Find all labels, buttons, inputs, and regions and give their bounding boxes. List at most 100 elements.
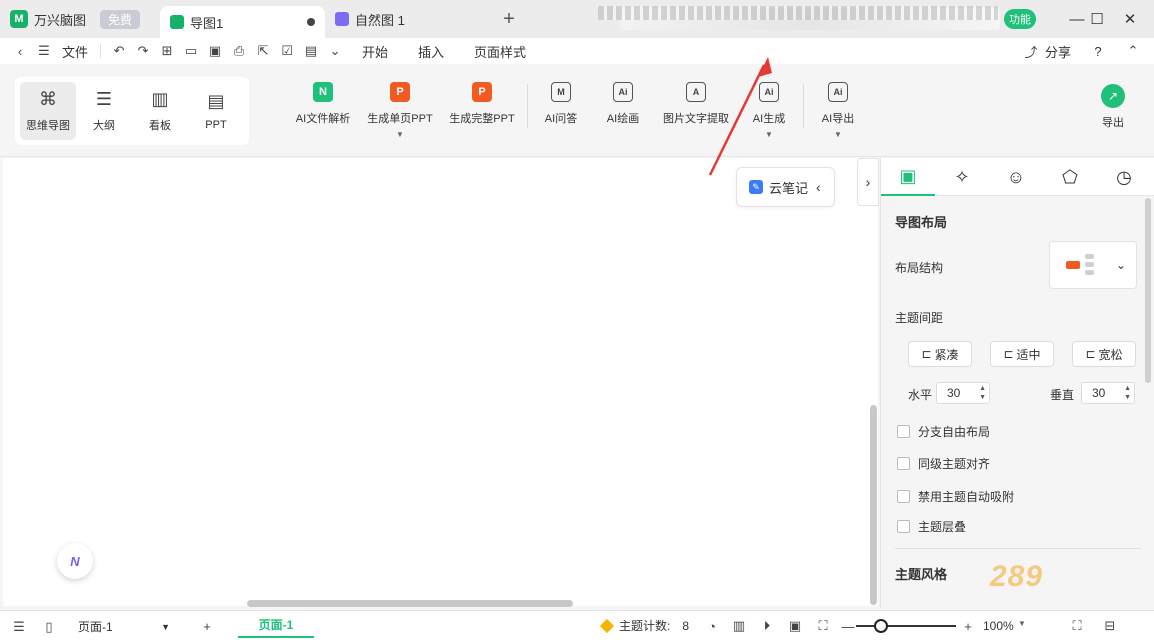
tab-emoji[interactable]: ☺: [989, 158, 1043, 196]
vertical-scrollbar[interactable]: [870, 405, 877, 605]
export-button[interactable]: ↗ 导出: [1098, 84, 1128, 150]
pie-chart-icon[interactable]: ◔: [697, 610, 727, 642]
page-view-icon[interactable]: ▯: [34, 611, 64, 642]
check-icon[interactable]: ☑: [275, 38, 299, 64]
export-icon[interactable]: ⇱: [251, 38, 275, 64]
open-folder-icon[interactable]: ▭: [179, 38, 203, 64]
view-mindmap-button[interactable]: ⌘ 思维导图: [20, 82, 76, 140]
close-button[interactable]: ✕: [1110, 0, 1150, 38]
panel-toggle-icon[interactable]: ⊟: [1095, 610, 1125, 642]
mindmap-file-icon: [170, 15, 184, 29]
tab-mindmap-1[interactable]: 导图1: [160, 6, 325, 38]
outline-list-icon[interactable]: ☰: [4, 611, 34, 642]
menu-icon[interactable]: ☰: [32, 38, 56, 64]
ai-draw-button[interactable]: Ai AI绘画: [604, 82, 642, 148]
tab-layout[interactable]: ▣: [881, 158, 935, 196]
tab-history[interactable]: ◷: [1097, 158, 1151, 196]
new-icon[interactable]: ⊞: [155, 38, 179, 64]
horizontal-spinner[interactable]: 30 ▲ ▼: [936, 382, 990, 404]
ai-feature-pill[interactable]: 功能: [1004, 9, 1036, 29]
zoom-slider-track[interactable]: [856, 625, 956, 627]
app-logo-icon: M: [10, 10, 28, 28]
fit-icon[interactable]: ▣: [780, 610, 810, 642]
check-disable-snap[interactable]: 禁用主题自动吸附: [897, 488, 1014, 505]
tab-start[interactable]: 开始: [347, 38, 403, 64]
horizontal-scrollbar[interactable]: [247, 600, 573, 607]
share-icon[interactable]: ⤴: [1019, 38, 1043, 64]
check-align-siblings[interactable]: 同级主题对齐: [897, 455, 990, 472]
layout-structure-dropdown[interactable]: ⌄: [1049, 241, 1137, 289]
zoom-in-icon[interactable]: +: [953, 610, 983, 642]
save-icon[interactable]: ▣: [203, 38, 227, 64]
check-topic-overlap[interactable]: 主题层叠: [897, 518, 966, 535]
spacing-compact-button[interactable]: ⊏ 紧凑: [908, 341, 972, 367]
spacing-loose-button[interactable]: ⊏ 宽松: [1072, 341, 1136, 367]
zoom-level[interactable]: 100%: [983, 619, 1014, 633]
expand-icon[interactable]: ⛶: [1062, 610, 1092, 642]
checkbox[interactable]: [897, 520, 910, 533]
print-icon[interactable]: ⎙: [227, 38, 251, 64]
cloud-note-icon: ✎: [749, 180, 763, 194]
divider: [100, 44, 102, 58]
spinner-arrows-icon[interactable]: ▲ ▼: [1124, 384, 1131, 402]
undo-icon[interactable]: ↶: [107, 38, 131, 64]
ai-assistant-fab[interactable]: N: [57, 543, 93, 579]
view-ppt-button[interactable]: ▤ PPT: [188, 82, 244, 140]
clock-icon: ◷: [1116, 166, 1132, 187]
mindmap-canvas[interactable]: [3, 158, 878, 606]
button-label: 生成完整PPT: [449, 113, 515, 125]
topic-count-label: 主题计数:: [619, 619, 671, 633]
panel-scrollbar[interactable]: [1145, 198, 1151, 383]
view-outline-button[interactable]: ☰ 大纲: [76, 82, 132, 140]
panel-collapse-button[interactable]: ›: [857, 158, 879, 206]
view-label: 思维导图: [26, 120, 70, 132]
zoom-caret-icon[interactable]: ▼: [1018, 619, 1026, 628]
outline-icon: ☰: [95, 89, 113, 109]
add-tab-button[interactable]: +: [494, 0, 524, 38]
checkbox[interactable]: [897, 490, 910, 503]
tab-ai[interactable]: ✧: [935, 158, 989, 196]
unsaved-dot-icon[interactable]: [307, 18, 315, 26]
share-button[interactable]: 分享: [1045, 38, 1071, 64]
play-icon[interactable]: ⏵: [752, 610, 782, 642]
check-free-branch[interactable]: 分支自由布局: [897, 423, 990, 440]
help-button[interactable]: ?: [1083, 38, 1113, 64]
app-tab[interactable]: M 万兴脑图 免费: [0, 0, 160, 38]
redo-icon[interactable]: ↷: [131, 38, 155, 64]
tab-page-style[interactable]: 页面样式: [459, 38, 541, 64]
ai-draw-icon: Ai: [613, 82, 633, 102]
file-menu[interactable]: 文件: [56, 38, 94, 64]
page-tab-1[interactable]: 页面-1: [238, 612, 314, 638]
vertical-spinner[interactable]: 30 ▲ ▼: [1081, 382, 1135, 404]
spinner-value: 30: [947, 386, 961, 400]
natural-map-file-icon: [335, 12, 349, 26]
gen-single-ppt-button[interactable]: P 生成单页PPT ▼: [366, 82, 434, 148]
tab-insert[interactable]: 插入: [403, 38, 459, 64]
book-icon[interactable]: ▥: [724, 610, 754, 642]
collapse-ribbon-icon[interactable]: ⌃: [1121, 38, 1145, 64]
view-kanban-button[interactable]: ▥ 看板: [132, 82, 188, 140]
spacing-label: 宽松: [1098, 347, 1123, 362]
free-badge[interactable]: 免费: [100, 9, 141, 29]
tab-natural-map-1[interactable]: 自然图 1: [325, 0, 490, 38]
more-chevron-icon[interactable]: ⌄: [323, 38, 347, 64]
ai-export-button[interactable]: Ai AI导出 ▼: [817, 82, 859, 148]
chevron-down-icon[interactable]: ▼: [834, 130, 842, 139]
spinner-arrows-icon[interactable]: ▲ ▼: [979, 384, 986, 402]
bracket-icon: ⊏: [1085, 347, 1096, 361]
ai-file-parse-button[interactable]: N AI文件解析: [294, 82, 352, 148]
save-as-icon[interactable]: ▤: [299, 38, 323, 64]
tab-theme[interactable]: ⬠: [1043, 158, 1097, 196]
back-icon[interactable]: ‹: [8, 38, 32, 64]
add-page-button[interactable]: +: [192, 611, 222, 642]
ai-qa-button[interactable]: M AI问答: [542, 82, 580, 148]
checkbox[interactable]: [897, 457, 910, 470]
zoom-slider-thumb[interactable]: [874, 619, 888, 633]
check-label: 分支自由布局: [918, 425, 991, 439]
page-select[interactable]: 页面-1 ▼: [74, 616, 174, 638]
gen-full-ppt-button[interactable]: P 生成完整PPT: [448, 82, 516, 148]
checkbox[interactable]: [897, 425, 910, 438]
sparkle-icon: ✧: [954, 166, 970, 187]
chevron-down-icon[interactable]: ▼: [396, 130, 404, 139]
spacing-medium-button[interactable]: ⊏ 适中: [990, 341, 1054, 367]
